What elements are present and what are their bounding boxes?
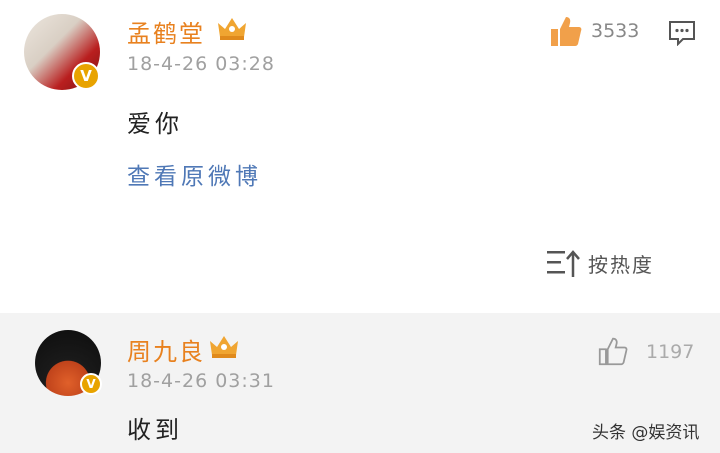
watermark: 头条 @娱资讯 [592,423,700,443]
verified-badge-icon: V [72,62,100,90]
crown-icon [210,336,238,358]
comment-icon[interactable] [668,20,696,46]
reply-author-name[interactable]: 周九良 [127,332,205,367]
post-text: 爱你 [127,110,183,138]
view-original-post-link[interactable]: 查看原微博 [127,157,262,191]
crown-icon [218,18,246,40]
post-timestamp: 18-4-26 03:28 [127,53,275,75]
post-author-name[interactable]: 孟鹤堂 [127,14,205,49]
reply-timestamp: 18-4-26 03:31 [127,370,275,392]
weibo-post: V 孟鹤堂 18-4-26 03:28 3533 爱你 查看原微博 按热度 [0,0,720,313]
sort-by-hot-button[interactable]: 按热度 [546,246,654,280]
like-count: 3533 [591,20,640,42]
reply-text: 收到 [127,416,183,444]
verified-badge-icon: V [80,373,102,395]
thumbs-up-icon[interactable] [598,336,628,366]
sort-icon [547,250,580,277]
thumbs-up-icon[interactable] [549,14,583,48]
reply-like-count: 1197 [646,341,695,363]
sort-label: 按热度 [588,252,654,277]
